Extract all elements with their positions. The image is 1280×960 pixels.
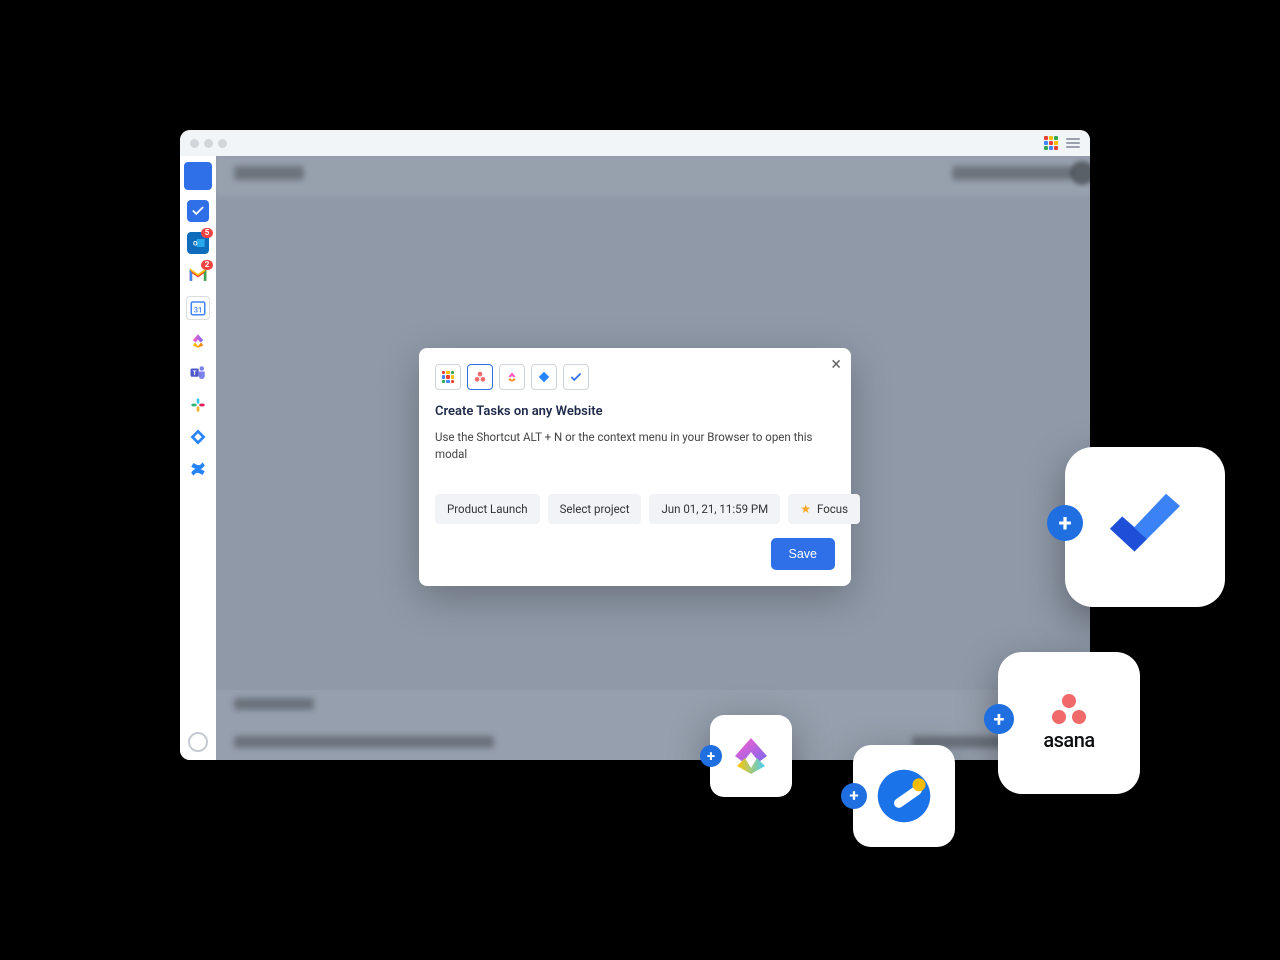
apps-grid-icon[interactable] — [1044, 136, 1058, 150]
browser-window: O 5 2 31 T — [180, 130, 1090, 760]
svg-text:O: O — [193, 240, 198, 248]
stage: O 5 2 31 T — [0, 0, 1280, 960]
tile-clickup[interactable]: + — [710, 715, 792, 797]
plus-icon: + — [700, 745, 722, 767]
tool-todo[interactable] — [563, 364, 589, 390]
traffic-light-min[interactable] — [204, 139, 213, 148]
sidebar-item-slack[interactable] — [187, 394, 209, 416]
avatar — [1070, 161, 1090, 185]
gmail-badge: 2 — [201, 260, 213, 270]
tool-clickup[interactable] — [499, 364, 525, 390]
create-task-modal: × Create Tasks on any Website Use the Sh… — [419, 348, 851, 586]
sidebar-item-outlook[interactable]: O 5 — [187, 232, 209, 254]
menu-icon[interactable] — [1066, 138, 1080, 148]
google-tasks-icon — [874, 766, 934, 826]
sidebar-item-calendar[interactable]: 31 — [186, 296, 210, 320]
project-select[interactable]: Select project — [548, 494, 642, 524]
tile-asana[interactable]: + asana — [998, 652, 1140, 794]
asana-logo: asana — [1043, 694, 1094, 752]
star-icon: ★ — [800, 502, 811, 516]
svg-text:31: 31 — [194, 306, 203, 315]
clickup-icon — [727, 732, 775, 780]
sidebar-item-jira[interactable] — [187, 426, 209, 448]
sidebar-settings[interactable] — [188, 732, 208, 752]
traffic-light-max[interactable] — [218, 139, 227, 148]
tool-jira[interactable] — [531, 364, 557, 390]
sidebar-item-teams[interactable]: T — [187, 362, 209, 384]
gear-icon — [188, 732, 208, 752]
traffic-light-close[interactable] — [190, 139, 199, 148]
sidebar-item-gmail[interactable]: 2 — [187, 264, 209, 286]
svg-text:T: T — [193, 370, 197, 377]
modal-title: Create Tasks on any Website — [435, 404, 835, 419]
asana-label: asana — [1043, 728, 1094, 752]
sidebar-item-clickup[interactable] — [187, 330, 209, 352]
sidebar-item-apps-grid[interactable] — [184, 162, 212, 190]
task-name-field[interactable]: Product Launch — [435, 494, 540, 524]
window-titlebar — [180, 130, 1090, 156]
plus-icon: + — [984, 704, 1014, 734]
tile-google-tasks[interactable]: + — [853, 745, 955, 847]
sidebar-item-confluence[interactable] — [187, 458, 209, 480]
tool-asana[interactable] — [467, 364, 493, 390]
modal-description: Use the Shortcut ALT + N or the context … — [435, 429, 835, 464]
todo-check-icon — [1100, 492, 1190, 562]
save-button[interactable]: Save — [771, 538, 836, 570]
plus-icon: + — [841, 783, 867, 809]
priority-field[interactable]: ★Focus — [788, 494, 860, 524]
outlook-badge: 5 — [201, 228, 213, 238]
tile-microsoft-todo[interactable]: + — [1065, 447, 1225, 607]
due-date-field[interactable]: Jun 01, 21, 11:59 PM — [649, 494, 780, 524]
close-icon[interactable]: × — [831, 356, 841, 374]
app-sidebar: O 5 2 31 T — [180, 156, 217, 760]
tool-grid[interactable] — [435, 364, 461, 390]
sidebar-item-tasks[interactable] — [187, 200, 209, 222]
plus-icon: + — [1047, 505, 1083, 541]
integration-picker — [435, 364, 835, 390]
